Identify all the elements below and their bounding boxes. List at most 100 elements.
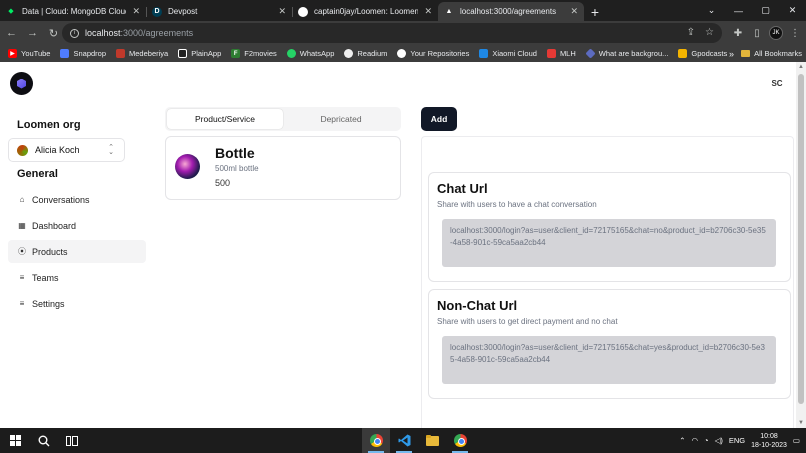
reload-icon[interactable]: ↻ [44,23,63,43]
whatsapp-icon [286,49,296,58]
side-panel-icon[interactable]: ▯ [750,28,764,39]
browser-tab-active[interactable]: ▲ localhost:3000/agreements ✕ [438,2,584,21]
file-explorer-icon[interactable] [418,428,446,453]
user-avatar-icon [17,144,28,156]
bookmark-label: MLH [559,49,576,58]
chevron-up-icon[interactable]: ⌃ [679,436,685,445]
new-tab-button[interactable]: + [584,2,606,21]
product-card[interactable]: Bottle 500ml bottle 500 [165,136,401,200]
add-button[interactable]: Add [421,107,457,131]
bookmark-item[interactable]: Gpodcasts [678,49,727,58]
menu-kebab-icon[interactable]: ⋮ [788,28,802,39]
sidebar-item-settings[interactable]: ≡ Settings [8,292,146,315]
browser-tab-title: Devpost [168,7,198,16]
sidebar-item-teams[interactable]: ≡ Teams [8,266,146,289]
bookmark-item[interactable]: F F2movies [231,49,277,58]
user-switcher[interactable]: Alicia Koch ⌃ ⌄ [8,138,125,162]
browser-tab-strip: ⬥ Data | Cloud: MongoDB Cloud ✕ D Devpos… [0,0,806,21]
bookmarks-overflow-button[interactable]: » [729,45,734,62]
sidebar-item-label: Conversations [32,194,90,205]
plainapp-icon [178,49,188,58]
page-scrollbar[interactable]: ▲ ▼ [796,62,806,428]
bookmark-item[interactable]: WhatsApp [286,49,334,58]
close-tab-icon[interactable]: ✕ [278,6,286,17]
profile-avatar[interactable]: JK [769,26,783,40]
bookmarks-bar: ▶ YouTube Snapdrop Medeberiya PlainApp FF… [0,45,806,62]
scroll-up-icon[interactable]: ▲ [796,62,806,72]
wifi-icon[interactable]: ◔ [704,436,709,445]
bookmark-label: YouTube [21,49,51,58]
notifications-icon[interactable]: ▭ [793,436,800,445]
bookmark-label: F2movies [244,49,277,58]
user-avatar[interactable]: SC [767,75,787,91]
scrollbar-thumb[interactable] [798,74,804,404]
grid-icon: ▦ [18,221,26,230]
chrome-icon [369,434,383,447]
bookmark-item[interactable]: ▶ YouTube [8,49,50,58]
sidebar-item-dashboard[interactable]: ▦ Dashboard [8,214,146,237]
gpodcasts-icon [678,49,688,58]
close-tab-icon[interactable]: ✕ [570,6,578,17]
address-host: localhost [85,28,121,38]
app-logo[interactable] [10,72,33,95]
bookmark-label: Xiaomi Cloud [492,49,537,58]
list-icon: ≡ [19,273,25,282]
search-icon[interactable] [30,428,58,453]
chat-url-value[interactable]: localhost:3000/login?as=user&client_id=7… [442,219,776,267]
non-chat-url-title: Non-Chat Url [437,298,518,313]
site-info-icon[interactable]: i [70,28,79,38]
bookmark-item[interactable]: Medeberiya [116,49,168,58]
close-tab-icon[interactable]: ✕ [132,6,140,17]
clock[interactable]: 10:08 18-10-2023 [751,432,787,450]
network-icon[interactable]: ◠ [691,436,698,445]
address-bar[interactable]: i localhost:3000/agreements ⇪ ☆ [62,23,722,43]
browser-tab[interactable]: D Devpost ✕ [146,2,292,21]
back-icon[interactable]: ← [2,23,21,43]
browser-tab[interactable]: captain0jay/Loomen: Loomen is ✕ [292,2,438,21]
tab-product-service[interactable]: Product/Service [167,109,283,129]
browser-tab[interactable]: ⬥ Data | Cloud: MongoDB Cloud ✕ [0,2,146,21]
forward-icon[interactable]: → [23,23,42,43]
share-icon[interactable]: ⇪ [687,27,695,38]
bookmark-item[interactable]: PlainApp [178,49,221,58]
all-bookmarks-button[interactable]: All Bookmarks [741,45,802,62]
f2movies-icon: F [231,49,241,58]
maximize-icon[interactable]: ▢ [752,0,779,21]
chrome-taskbar-icon-2[interactable] [446,428,474,453]
product-price: 500 [215,178,231,188]
close-window-icon[interactable]: ✕ [779,0,806,21]
bookmark-item[interactable]: Xiaomi Cloud [479,49,537,58]
sidebar-item-label: Teams [32,272,59,283]
close-tab-icon[interactable]: ✕ [424,6,432,17]
bookmark-label: Readium [357,49,388,58]
non-chat-url-value[interactable]: localhost:3000/login?as=user&client_id=7… [442,336,776,384]
clock-time: 10:08 [760,432,778,440]
scroll-down-icon[interactable]: ▼ [796,418,806,428]
chrome-taskbar-icon[interactable] [362,428,390,453]
non-chat-url-subtitle: Share with users to get direct payment a… [437,317,618,326]
vscode-taskbar-icon[interactable] [390,428,418,453]
sidebar-item-conversations[interactable]: ⌂ Conversations [8,188,146,211]
volume-icon[interactable]: ◁) [715,436,723,445]
bookmark-item[interactable]: What are backgrou... [585,48,668,59]
bookmark-item[interactable]: Readium [344,49,387,58]
bookmark-item[interactable]: Your Repositories [397,49,469,58]
bookmark-item[interactable]: MLH [546,49,576,58]
bookmark-item[interactable]: Snapdrop [60,49,106,58]
github-icon [298,6,308,17]
folder-icon [741,50,751,57]
bookmark-star-icon[interactable]: ☆ [705,27,714,38]
extensions-icon[interactable]: ✚ [731,28,745,39]
chat-url-card: Chat Url Share with users to have a chat… [428,172,791,282]
minimize-icon[interactable]: — [725,0,752,21]
medeberiya-icon [116,49,126,58]
mlh-icon [546,49,556,58]
tab-depricated[interactable]: Depricated [283,109,399,129]
task-view-icon[interactable] [58,428,86,453]
broadcast-icon: ⦿ [18,247,26,256]
tab-search-icon[interactable]: ⌄ [698,0,725,21]
language-indicator[interactable]: ENG [729,436,745,445]
sidebar-section-title: General [17,168,58,180]
windows-start-icon[interactable] [0,428,30,453]
sidebar-item-products[interactable]: ⦿ Products [8,240,146,263]
